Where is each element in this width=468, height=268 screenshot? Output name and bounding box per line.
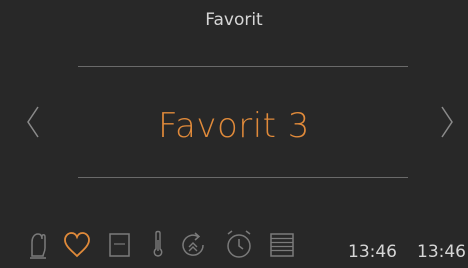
top-divider [78, 66, 408, 67]
bottom-divider [78, 177, 408, 178]
page-title: Favorit [205, 10, 263, 30]
oven-favorites-screen: Favorit Favorit 3 13:46 13:46 [0, 0, 468, 268]
clock-time-2: 13:46 [417, 242, 466, 262]
chevron-right-icon[interactable] [436, 104, 458, 140]
oven-mitt-icon[interactable] [24, 228, 54, 262]
list-lines-icon[interactable] [267, 228, 297, 262]
thermometer-icon[interactable] [143, 228, 173, 262]
selected-favorite-label[interactable]: Favorit 3 [0, 106, 468, 146]
square-panel-icon[interactable] [105, 228, 135, 262]
recipe-cycle-icon[interactable] [178, 228, 208, 262]
heart-icon[interactable] [62, 228, 92, 262]
clock-time-1: 13:46 [348, 242, 397, 262]
alarm-clock-icon[interactable] [224, 228, 254, 262]
